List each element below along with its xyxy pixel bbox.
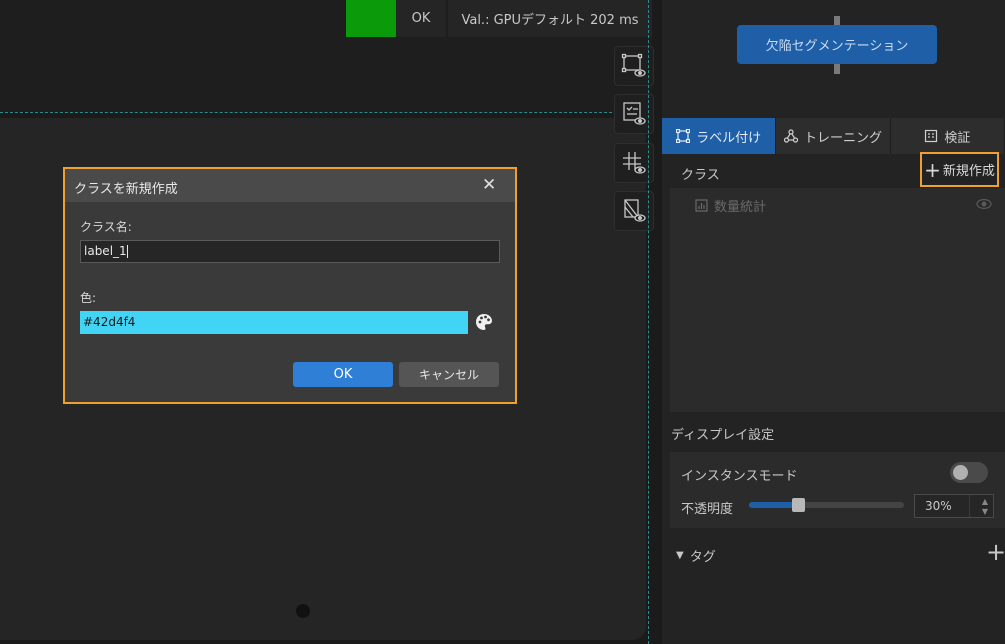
label-icon (676, 129, 691, 143)
class-list (670, 188, 1005, 412)
color-input[interactable]: #42d4f4 (80, 311, 468, 334)
instance-mode-label: インスタンスモード (681, 469, 798, 484)
dialog-titlebar: クラスを新規作成 ✕ (65, 169, 515, 202)
tab-label: ラベル付け (696, 130, 762, 146)
add-tag-button[interactable]: + (986, 540, 1005, 564)
ok-button[interactable]: OK (293, 362, 393, 387)
grid-view-icon (623, 152, 646, 174)
layer-view-icon (624, 199, 646, 222)
text-caret (126, 245, 128, 258)
toggle-knob (953, 465, 968, 480)
class-section-title: クラス (681, 168, 720, 183)
new-class-button[interactable]: + 新規作成 (920, 152, 999, 187)
opacity-label: 不透明度 (681, 502, 734, 517)
tag-section-title: タグ (689, 550, 716, 565)
canvas-handle[interactable] (296, 604, 310, 618)
cancel-button[interactable]: キャンセル (399, 362, 499, 387)
panel-divider (648, 0, 649, 644)
tab-training[interactable]: トレーニング (776, 118, 891, 154)
checklist-view-icon (623, 102, 646, 125)
class-name-input[interactable]: label_1 (80, 240, 500, 263)
opacity-spinbox[interactable]: 30% ▲ ▼ (914, 494, 994, 518)
tab-label: トレーニング (803, 130, 882, 146)
stats-row[interactable]: 数量統計 (695, 196, 766, 215)
tab-verify[interactable]: 検証 (890, 118, 1005, 154)
defect-segmentation-module[interactable]: 欠陥セグメンテーション (737, 25, 937, 64)
spin-divider (969, 495, 970, 517)
spin-down-icon[interactable]: ▼ (982, 507, 988, 516)
panel-tabs: ラベル付け トレーニング 検証 (662, 118, 1005, 154)
tab-label: 検証 (944, 130, 971, 146)
tag-section-header[interactable]: ▼ タグ (676, 546, 716, 565)
verify-icon (925, 129, 938, 143)
stats-label: 数量統計 (714, 200, 767, 215)
spin-up-icon[interactable]: ▲ (982, 497, 988, 506)
divider (0, 112, 652, 113)
eye-icon[interactable] (976, 197, 992, 211)
status-indicator (346, 0, 396, 37)
workflow-connector (834, 64, 840, 74)
class-name-value: label_1 (84, 244, 127, 258)
dialog-title: クラスを新規作成 (74, 182, 178, 197)
new-class-label: 新規作成 (942, 164, 995, 179)
close-icon[interactable]: ✕ (482, 175, 496, 195)
bar-chart-icon (695, 199, 708, 212)
class-name-label: クラス名: (80, 220, 132, 234)
status-result: OK (396, 0, 446, 37)
new-class-dialog: クラスを新規作成 ✕ クラス名: label_1 色: #42d4f4 OK キ… (63, 167, 517, 404)
display-settings-title: ディスプレイ設定 (671, 428, 775, 443)
tab-labeling[interactable]: ラベル付け (662, 118, 777, 154)
collapse-arrow-icon: ▼ (676, 550, 684, 561)
opacity-value: 30% (925, 499, 952, 513)
opacity-slider-thumb[interactable] (792, 498, 805, 512)
validation-time: Val.: GPUデフォルト 202 ms (448, 0, 652, 37)
polygon-view-icon (621, 53, 646, 77)
instance-mode-toggle[interactable] (950, 462, 988, 483)
plus-icon: + (924, 157, 941, 182)
color-value: #42d4f4 (83, 315, 136, 329)
training-icon (783, 129, 798, 143)
color-label: 色: (80, 291, 97, 305)
app-root: OK Val.: GPUデフォルト 202 ms 欠陥セグメンテーション ラベル… (0, 0, 1005, 644)
palette-icon[interactable] (475, 313, 493, 331)
